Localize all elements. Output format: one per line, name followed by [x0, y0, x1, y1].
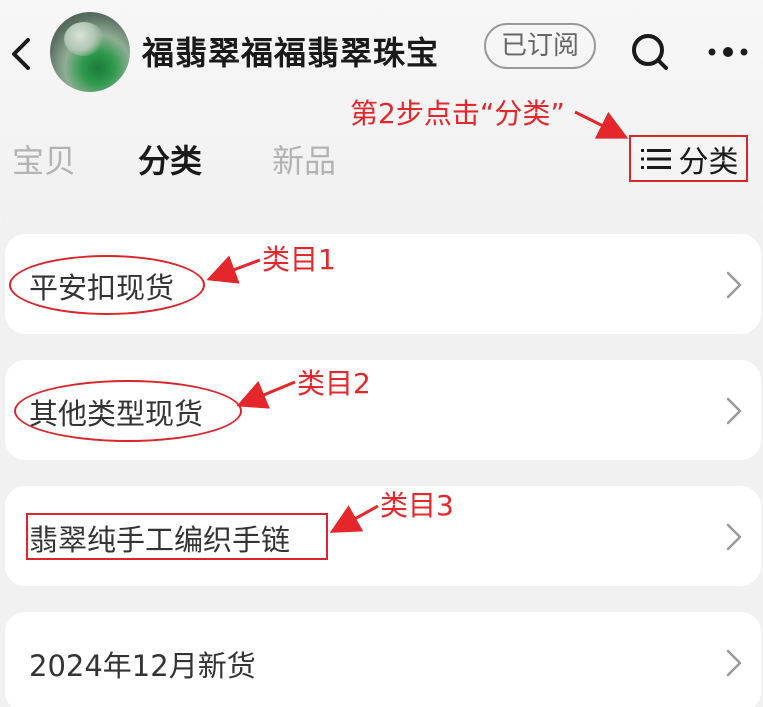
category-button-label: 分类 [678, 144, 739, 180]
back-icon [12, 38, 30, 70]
search-icon [632, 34, 668, 70]
search-button[interactable] [628, 30, 672, 74]
annotation-category-2: 类目2 [297, 367, 371, 400]
annotation-category-3: 类目3 [380, 489, 454, 522]
chevron-right-icon [726, 271, 742, 299]
category-button[interactable]: 分类 [629, 135, 748, 182]
tab-xinpin[interactable]: 新品 [272, 136, 336, 182]
shop-name[interactable]: 福翡翠福福翡翠珠宝 [142, 28, 439, 74]
annotation-box-3 [26, 513, 328, 560]
chevron-right-icon [726, 523, 742, 551]
annotation-step-text: 第2步点击“分类” [350, 97, 565, 130]
annotation-oval-2 [14, 380, 242, 442]
shop-avatar[interactable] [50, 12, 130, 92]
category-label: 2024年12月新货 [29, 649, 256, 683]
tab-fenlei[interactable]: 分类 [138, 136, 202, 182]
list-icon [640, 148, 671, 169]
annotation-category-1: 类目1 [262, 243, 336, 276]
more-button[interactable] [706, 30, 750, 74]
back-button[interactable] [6, 34, 36, 74]
chevron-right-icon [726, 649, 742, 677]
category-item[interactable]: 2024年12月新货 [5, 612, 761, 707]
tab-baobei[interactable]: 宝贝 [12, 136, 76, 182]
annotation-oval-1 [9, 255, 205, 315]
chevron-right-icon [726, 397, 742, 425]
subscribe-button[interactable]: 已订阅 [484, 23, 596, 69]
more-icon [708, 47, 748, 57]
